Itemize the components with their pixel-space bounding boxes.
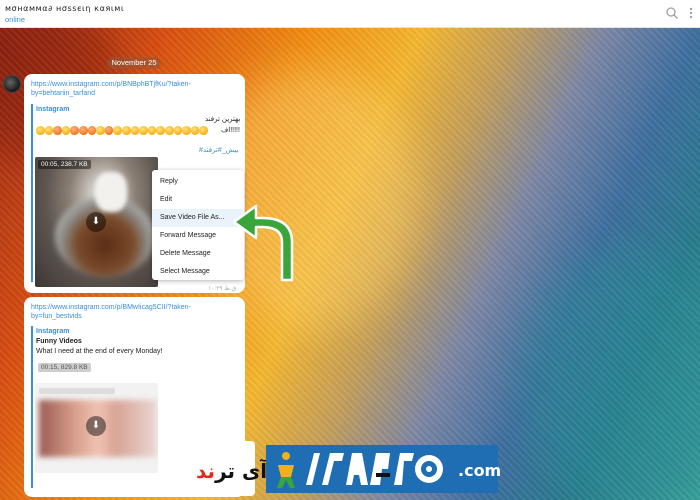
context-menu: Reply Edit Save Video File As... Forward…	[152, 170, 244, 280]
more-vertical-icon[interactable]	[684, 6, 698, 20]
video-thumbnail[interactable]: 00:05, 238.7 KB ⬇	[35, 157, 158, 287]
video-meta: 00:05, 238.7 KB	[38, 160, 91, 169]
preview-description: What I need at the end of every Monday!	[36, 348, 163, 355]
menu-item-edit[interactable]: Edit	[152, 191, 244, 209]
chat-header: мσнαммα∂ нσѕѕєιη кαяιмι online	[0, 0, 700, 28]
menu-item-select[interactable]: Select Message	[152, 263, 244, 281]
preview-site-name: Instagram	[36, 106, 70, 113]
preview-text-line2: اف!!!!!	[221, 127, 240, 134]
hashtag-link[interactable]: #بیش_#ترفند	[199, 146, 239, 154]
message-link[interactable]: https://www.instagram.com/p/BNBphBTjfKu/…	[31, 80, 206, 98]
curved-arrow-icon	[232, 204, 294, 282]
menu-item-forward[interactable]: Forward Message	[152, 227, 244, 245]
download-icon[interactable]: ⬇	[86, 416, 106, 436]
chat-status: online	[5, 15, 26, 24]
menu-item-reply[interactable]: Reply	[152, 173, 244, 191]
preview-title: Funny Videos	[36, 338, 82, 345]
chat-title[interactable]: мσнαммα∂ нσѕѕєιη кαяιмι	[5, 4, 124, 13]
download-icon[interactable]: ⬇	[86, 212, 106, 232]
webpage-preview-bar	[31, 104, 33, 282]
preview-text: بهترین ترفند	[205, 116, 241, 123]
preview-site-name: Instagram	[36, 328, 70, 335]
watermark-domain: .com	[458, 461, 502, 480]
video-meta: 00:15, 829.8 KB	[38, 363, 91, 372]
menu-item-save-video[interactable]: Save Video File As...	[152, 209, 244, 227]
emoji-row	[36, 126, 208, 135]
watermark-persian: آی ترند	[196, 459, 268, 483]
message-link[interactable]: https://www.instagram.com/p/BMwIicag5CII…	[31, 303, 206, 321]
message-time: ۱۰:۲۹ ق.ظ	[208, 286, 237, 292]
date-separator: November 25	[107, 57, 161, 69]
watermark-figure-icon	[277, 452, 295, 488]
video-thumbnail[interactable]: ⬇	[35, 383, 158, 473]
watermark-letters	[306, 453, 443, 485]
watermark-logo: آی ترند .com	[196, 445, 502, 493]
avatar[interactable]	[3, 75, 21, 93]
webpage-preview-bar	[31, 326, 33, 488]
menu-item-delete[interactable]: Delete Message	[152, 245, 244, 263]
search-icon[interactable]	[665, 6, 679, 20]
